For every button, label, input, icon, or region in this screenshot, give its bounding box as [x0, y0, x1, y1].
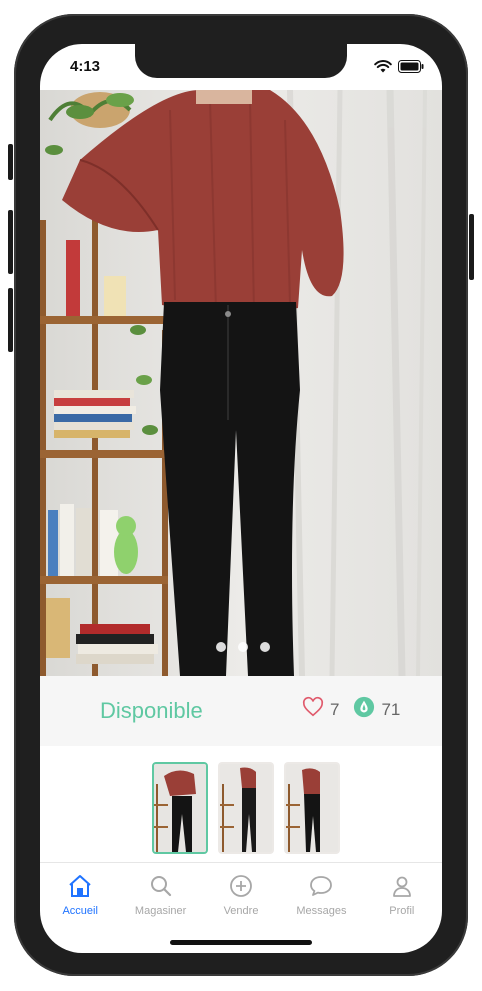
tab-label: Messages [296, 905, 347, 917]
wifi-icon [374, 60, 392, 73]
thumbnail-image [220, 764, 272, 852]
product-stats: 7 71 [302, 696, 400, 723]
power-button [469, 214, 474, 280]
volume-down-button [8, 288, 13, 352]
heart-icon[interactable] [302, 696, 324, 723]
tab-vendre[interactable]: Vendre [201, 864, 281, 920]
chat-bubble-icon [308, 874, 334, 903]
thumbnail-strip [152, 762, 340, 854]
pagination-dot[interactable] [260, 642, 270, 652]
silent-switch [8, 144, 13, 180]
tab-profil[interactable]: Profil [362, 864, 442, 920]
home-icon [67, 874, 93, 903]
pagination-dot[interactable] [216, 642, 226, 652]
tab-label: Vendre [223, 905, 259, 917]
tab-bar: Accueil Magasiner Vendre Messages Profil [40, 864, 442, 920]
tab-messages[interactable]: Messages [281, 864, 361, 920]
likes-count: 7 [330, 699, 340, 719]
plus-circle-icon [229, 874, 253, 903]
pagination-dot[interactable] [238, 642, 248, 652]
views-icon [353, 696, 375, 723]
thumbnail-3[interactable] [284, 762, 340, 854]
battery-icon [398, 60, 424, 73]
tab-label: Profil [389, 905, 415, 917]
thumbnail-1[interactable] [152, 762, 208, 854]
thumbnail-image [286, 764, 338, 852]
search-icon [149, 874, 173, 903]
app-screen: 4:13 Disponible 7 71 Accueil Magasiner V… [40, 44, 442, 953]
tab-label: Magasiner [134, 905, 187, 917]
volume-up-button [8, 210, 13, 274]
thumbnail-image [154, 764, 206, 852]
tab-magasiner[interactable]: Magasiner [120, 864, 200, 920]
outfit-photo-illustration [40, 90, 442, 676]
product-photo[interactable] [40, 90, 442, 676]
tab-label: Accueil [62, 905, 98, 917]
status-time: 4:13 [70, 58, 101, 75]
person-icon [390, 874, 414, 903]
home-indicator[interactable] [170, 940, 312, 945]
thumbnail-2[interactable] [218, 762, 274, 854]
product-info-bar: Disponible 7 71 [40, 676, 442, 746]
availability-label: Disponible [100, 698, 203, 723]
tabbar-divider [40, 862, 442, 863]
notch [135, 44, 347, 78]
tab-accueil[interactable]: Accueil [40, 864, 120, 920]
views-count: 71 [381, 699, 401, 719]
photo-pagination[interactable] [216, 642, 270, 652]
